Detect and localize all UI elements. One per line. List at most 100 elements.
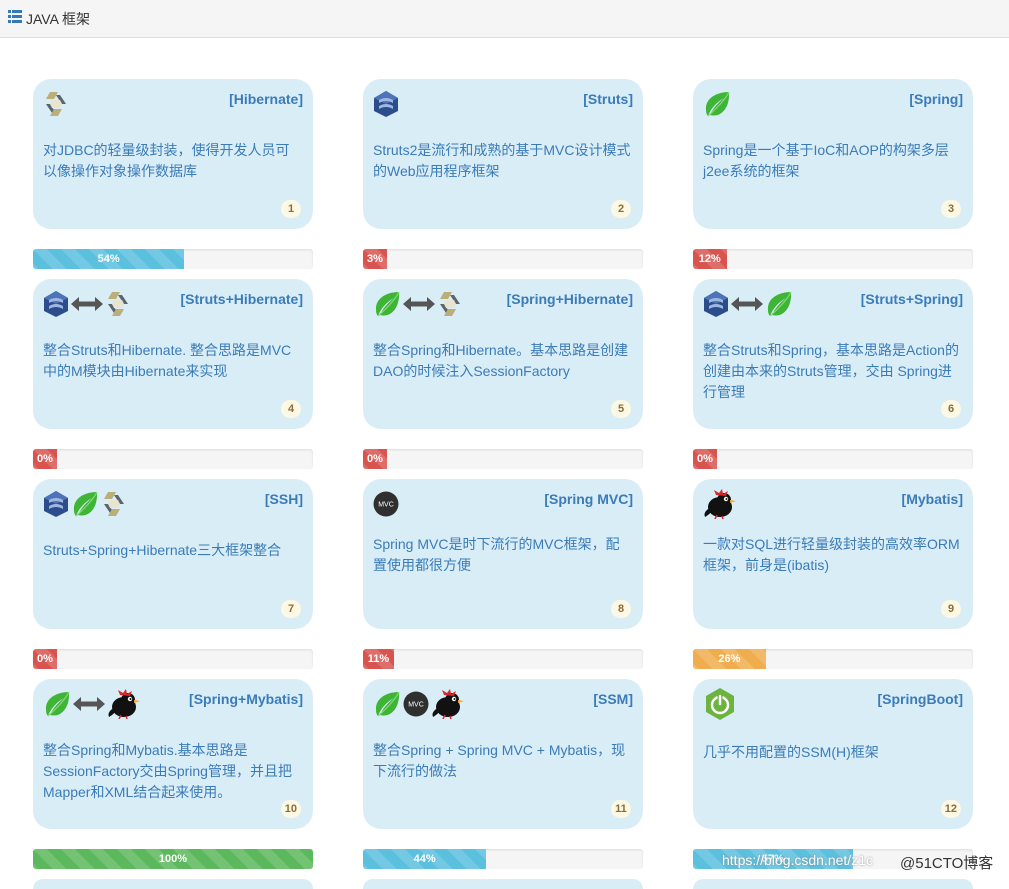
card-title[interactable]: [Spring+Mybatis] [189, 691, 303, 707]
hibernate-icon [101, 490, 127, 518]
framework-card[interactable]: MVC [Spring MVC] Spring MVC是时下流行的MVC框架，配置使… [363, 479, 643, 629]
progress-bar: 54% [33, 249, 313, 269]
struts-icon [703, 290, 729, 318]
progress-fill: 3% [363, 249, 387, 269]
framework-item: [Struts] Struts2是流行和成熟的基于MVC设计模式的Web应用程序框… [363, 79, 643, 279]
mybatis-bird-icon [107, 689, 141, 719]
card-title[interactable]: [Struts+Hibernate] [180, 291, 303, 307]
spring-leaf-icon [703, 90, 731, 118]
progress-bar: 12% [693, 249, 973, 269]
card-description: 一款对SQL进行轻量级封装的高效率ORM框架，前身是(ibatis) [703, 536, 960, 573]
framework-item: [SSH] Struts+Spring+Hibernate三大框架整合 7 0% [33, 479, 313, 679]
progress-bar: 0% [363, 449, 643, 469]
card-description: 几乎不用配置的SSM(H)框架 [703, 744, 879, 760]
framework-item: [Hibernate] 对JDBC的轻量级封装，使得开发人员可以像操作对象操作数据… [33, 79, 313, 279]
card-title[interactable]: [SSM] [593, 691, 633, 707]
page-title: JAVA 框架 [26, 11, 91, 27]
card-title[interactable]: [Mybatis] [902, 491, 963, 507]
card-description: Struts2是流行和成熟的基于MVC设计模式的Web应用程序框架 [373, 142, 631, 179]
spring-leaf-icon [43, 690, 71, 718]
framework-card[interactable]: [Hibernate] 对JDBC的轻量级封装，使得开发人员可以像操作对象操作数据… [33, 79, 313, 229]
watermark-site: @51CTO博客 [900, 855, 994, 872]
hibernate-icon [437, 290, 463, 318]
spring-leaf-icon [373, 690, 401, 718]
order-badge: 11 [611, 800, 631, 818]
card-icon-group: MVC [373, 689, 465, 719]
card-icon-group [373, 289, 463, 319]
order-badge: 12 [940, 800, 961, 818]
framework-card[interactable]: MVC [SSM] 整合Spring + Spring MVC + Mybatis，… [363, 679, 643, 829]
framework-card[interactable]: [SpringBoot] 几乎不用配置的SSM(H)框架 12 [693, 679, 973, 829]
card-title[interactable]: [Struts] [583, 91, 633, 107]
card-title[interactable]: [Spring MVC] [544, 491, 633, 507]
order-badge: 9 [941, 600, 961, 618]
mvc-icon: MVC [373, 491, 399, 517]
order-badge: 10 [280, 800, 301, 818]
card-description: 对JDBC的轻量级封装，使得开发人员可以像操作对象操作数据库 [43, 142, 290, 179]
svg-text:MVC: MVC [408, 702, 424, 709]
springboot-icon [703, 687, 737, 721]
order-badge: 5 [611, 400, 631, 418]
progress-fill: 0% [363, 449, 387, 469]
card-description: 整合Spring和Mybatis.基本思路是SessionFactory交由Sp… [43, 742, 292, 800]
double-arrow-icon [73, 696, 105, 712]
framework-item: [Struts+Hibernate] 整合Struts和Hibernate. 整合… [33, 279, 313, 479]
card-title[interactable]: [Spring] [909, 91, 963, 107]
card-icon-group [703, 89, 731, 119]
card-title[interactable]: [Spring+Hibernate] [507, 291, 633, 307]
progress-fill: 12% [693, 249, 727, 269]
framework-card[interactable]: [Struts+Hibernate] 整合Struts和Hibernate. 整合… [33, 279, 313, 429]
card-icon-group [373, 89, 399, 119]
framework-card[interactable]: [Struts+Spring] 整合Struts和Spring，基本思路是Acti… [693, 279, 973, 429]
card-icon-group [703, 289, 793, 319]
framework-item: [Struts+Spring] 整合Struts和Spring，基本思路是Acti… [693, 279, 973, 479]
progress-bar: 100% [33, 849, 313, 869]
double-arrow-icon [403, 296, 435, 312]
hibernate-icon [105, 290, 131, 318]
order-badge: 4 [281, 400, 301, 418]
progress-bar: 0% [33, 649, 313, 669]
card-title[interactable]: [SSH] [265, 491, 303, 507]
card-description: Spring是一个基于IoC和AOP的构架多层j2ee系统的框架 [703, 142, 949, 179]
progress-bar: 26% [693, 649, 973, 669]
next-card-edge [693, 879, 973, 889]
progress-bar: 11% [363, 649, 643, 669]
progress-fill: 0% [33, 449, 57, 469]
framework-item: [Spring+Mybatis] 整合Spring和Mybatis.基本思路是Se… [33, 679, 313, 879]
framework-card[interactable]: [Spring] Spring是一个基于IoC和AOP的构架多层j2ee系统的框架… [693, 79, 973, 229]
progress-bar: 3% [363, 249, 643, 269]
card-description: 整合Spring + Spring MVC + Mybatis，现下流行的做法 [373, 742, 626, 779]
struts-icon [373, 90, 399, 118]
card-description: Struts+Spring+Hibernate三大框架整合 [43, 542, 282, 558]
mybatis-bird-icon [703, 489, 737, 519]
mybatis-bird-icon [431, 689, 465, 719]
framework-card[interactable]: [SSH] Struts+Spring+Hibernate三大框架整合 7 [33, 479, 313, 629]
spring-leaf-icon [765, 290, 793, 318]
framework-item: MVC [Spring MVC] Spring MVC是时下流行的MVC框架，配置使… [363, 479, 643, 679]
next-card-edge [33, 879, 313, 889]
framework-card[interactable]: [Struts] Struts2是流行和成熟的基于MVC设计模式的Web应用程序框… [363, 79, 643, 229]
framework-card[interactable]: [Spring+Mybatis] 整合Spring和Mybatis.基本思路是Se… [33, 679, 313, 829]
framework-card[interactable]: [Mybatis] 一款对SQL进行轻量级封装的高效率ORM框架，前身是(ibat… [693, 479, 973, 629]
framework-item: [Spring] Spring是一个基于IoC和AOP的构架多层j2ee系统的框架… [693, 79, 973, 279]
framework-item: MVC [SSM] 整合Spring + Spring MVC + Mybatis，… [363, 679, 643, 879]
struts-icon [43, 290, 69, 318]
progress-fill: 0% [33, 649, 57, 669]
order-badge: 3 [941, 200, 961, 218]
card-icon-group [703, 489, 737, 519]
card-title[interactable]: [Struts+Spring] [861, 291, 963, 307]
spring-leaf-icon [71, 490, 99, 518]
watermark-url: https://blog.csdn.net/z1c [722, 852, 873, 868]
framework-item: [Mybatis] 一款对SQL进行轻量级封装的高效率ORM框架，前身是(ibat… [693, 479, 973, 679]
order-badge: 2 [611, 200, 631, 218]
framework-card[interactable]: [Spring+Hibernate] 整合Spring和Hibernate。基本思… [363, 279, 643, 429]
card-title[interactable]: [Hibernate] [229, 91, 303, 107]
page-header: JAVA 框架 [0, 0, 1009, 38]
progress-bar: 0% [693, 449, 973, 469]
card-icon-group [43, 489, 127, 519]
double-arrow-icon [731, 296, 763, 312]
card-title[interactable]: [SpringBoot] [877, 691, 963, 707]
progress-bar: 44% [363, 849, 643, 869]
card-description: 整合Struts和Spring，基本思路是Action的创建由本来的Struts… [703, 342, 959, 400]
progress-fill: 0% [693, 449, 717, 469]
